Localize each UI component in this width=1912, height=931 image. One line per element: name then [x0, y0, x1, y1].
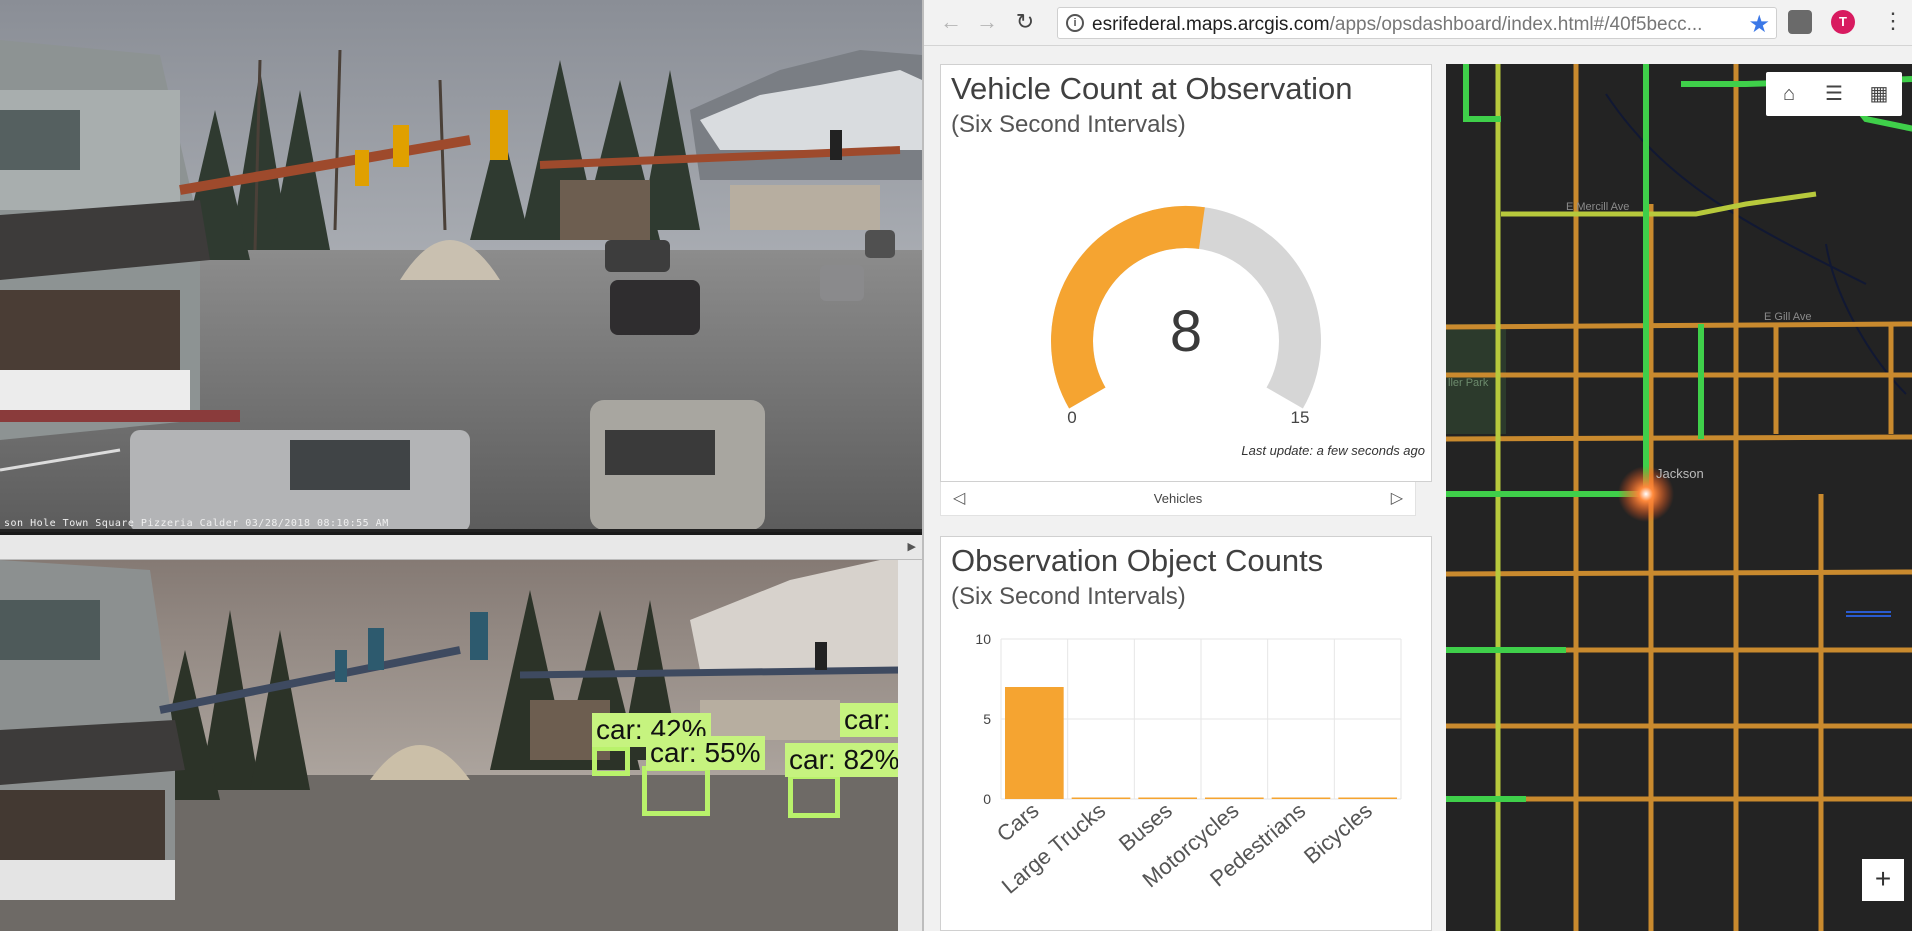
address-bar[interactable]: i esrifederal.maps.arcgis.com/apps/opsda… — [1057, 7, 1777, 39]
url-text: esrifederal.maps.arcgis.com/apps/opsdash… — [1092, 14, 1702, 36]
bar — [1071, 797, 1131, 799]
camera-scene-top — [0, 0, 922, 529]
map-canvas[interactable]: Jackson ller Park E Gill Ave E Mercill A… — [1446, 64, 1912, 931]
home-icon[interactable]: ⌂ — [1774, 80, 1804, 108]
gauge-footer-label: Vehicles — [1153, 491, 1203, 506]
url-host: esrifederal.maps.arcgis.com — [1092, 14, 1330, 35]
gauge-value: 8 — [1170, 299, 1202, 364]
map-label-jackson: Jackson — [1656, 466, 1704, 481]
profile-extension-icon[interactable]: T — [1831, 10, 1855, 34]
scroll-right-icon[interactable]: ▶ — [908, 540, 916, 553]
y-tick-label: 5 — [983, 711, 991, 727]
detection-label: car: 82% — [785, 743, 904, 777]
last-update-text: Last update: a few seconds ago — [1241, 443, 1425, 458]
feed-edge — [898, 560, 922, 931]
gauge-chart: 8 0 15 Last update: a few seconds ago — [1051, 205, 1425, 458]
y-tick-label: 0 — [983, 791, 991, 807]
bar-chart: 0510CarsLarge Trucks BusesMotorcyclesPede… — [975, 631, 1402, 899]
camera-timestamp: son Hole Town Square Pizzeria Calder 03/… — [4, 518, 389, 529]
url-path: /apps/opsdashboard/index.html#/40f5becc.… — [1329, 14, 1703, 35]
map-label-gill: E Gill Ave — [1764, 311, 1812, 323]
street-map[interactable]: Jackson ller Park E Gill Ave E Mercill A… — [1446, 64, 1912, 931]
camera-scene-bottom — [0, 560, 922, 931]
basemap-icon[interactable]: ▦ — [1864, 80, 1894, 108]
detection-box — [788, 774, 840, 818]
next-icon[interactable]: ▷ — [1391, 488, 1403, 508]
detection-label: car: 55% — [646, 736, 765, 770]
gauge-subtitle: (Six Second Intervals) — [951, 111, 1186, 138]
arrow-left-icon[interactable]: ← — [938, 9, 964, 35]
bar — [1338, 797, 1397, 799]
camera-feed-top: son Hole Town Square Pizzeria Calder 03/… — [0, 0, 922, 532]
gauge-max-label: 15 — [1291, 408, 1310, 427]
bookmark-star-icon[interactable]: ★ — [1748, 10, 1770, 39]
detection-box — [642, 766, 710, 816]
bar — [1138, 797, 1197, 799]
bar-chart-subtitle: (Six Second Intervals) — [951, 583, 1186, 610]
map-label-park: ller Park — [1448, 377, 1489, 389]
gauge-panel: Vehicle Count at Observation (Six Second… — [940, 64, 1432, 482]
bar — [1005, 687, 1064, 799]
info-icon[interactable]: i — [1066, 14, 1084, 32]
screen: son Hole Town Square Pizzeria Calder 03/… — [0, 0, 1912, 931]
bar — [1205, 797, 1264, 799]
map-label-mercill: E Mercill Ave — [1566, 201, 1629, 213]
x-tick-label: Bicycles — [1299, 798, 1377, 869]
gauge-footer: ◁ Vehicles ▷ — [940, 482, 1416, 516]
gauge-title: Vehicle Count at Observation — [951, 71, 1353, 106]
reload-icon[interactable]: ↻ — [1012, 9, 1038, 35]
detection-box — [592, 746, 630, 776]
map-toolbar: ⌂ ☰ ▦ — [1766, 72, 1902, 116]
extension-icon[interactable] — [1788, 10, 1812, 34]
browser-menu-icon[interactable]: ⋮ — [1882, 8, 1904, 34]
bar — [1271, 797, 1331, 799]
y-tick-label: 10 — [975, 631, 991, 647]
camera-feed-detections: car: 42% car: 55% car: 82% car: 4 — [0, 560, 922, 931]
gauge-min-label: 0 — [1067, 408, 1076, 427]
x-tick-label: Cars — [992, 798, 1044, 847]
bar-chart-title: Observation Object Counts — [951, 543, 1324, 578]
zoom-in-button[interactable]: + — [1862, 859, 1904, 901]
browser-toolbar: ← → ↻ i esrifederal.maps.arcgis.com/apps… — [924, 0, 1912, 46]
browser-window: ← → ↻ i esrifederal.maps.arcgis.com/apps… — [922, 0, 1912, 931]
legend-icon[interactable]: ☰ — [1819, 80, 1849, 108]
feed-scrollbar[interactable]: ▶ — [0, 535, 922, 560]
arrow-right-icon[interactable]: → — [974, 9, 1000, 35]
bar-chart-panel: Observation Object Counts (Six Second In… — [940, 536, 1432, 931]
